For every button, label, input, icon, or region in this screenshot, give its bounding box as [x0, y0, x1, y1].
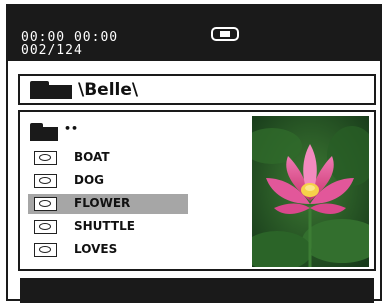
media-browser-screen: 00:00 00:00 002/124 \Belle\ •• BOAT DOG … [6, 4, 382, 303]
folder-icon [30, 81, 72, 99]
image-preview [252, 116, 369, 267]
current-path: \Belle\ [78, 80, 139, 100]
list-item-boat[interactable]: BOAT [28, 148, 188, 168]
disc-icon [34, 243, 57, 257]
status-bar: 00:00 00:00 002/124 [8, 6, 380, 61]
item-label: LOVES [74, 242, 118, 256]
disc-icon [34, 151, 57, 165]
play-mode-icon [211, 27, 239, 41]
track-counter: 002/124 [21, 43, 83, 58]
item-label: FLOWER [74, 196, 131, 210]
current-path-bar: \Belle\ [18, 74, 376, 105]
disc-icon [34, 197, 57, 211]
list-item-shuttle[interactable]: SHUTTLE [28, 217, 188, 237]
bottom-bar [20, 278, 374, 303]
item-label: BOAT [74, 150, 110, 164]
item-label: DOG [74, 173, 105, 187]
disc-icon [34, 174, 57, 188]
lotus-flower-image [252, 116, 369, 267]
parent-folder-icon[interactable] [30, 123, 58, 141]
file-browser-panel: •• BOAT DOG FLOWER SHUTTLE LOVES [18, 110, 376, 271]
list-item-loves[interactable]: LOVES [28, 240, 188, 260]
item-label: SHUTTLE [74, 219, 135, 233]
list-item-flower[interactable]: FLOWER [28, 194, 188, 214]
disc-icon [34, 220, 57, 234]
list-item-dog[interactable]: DOG [28, 171, 188, 191]
parent-folder-label[interactable]: •• [64, 122, 78, 135]
